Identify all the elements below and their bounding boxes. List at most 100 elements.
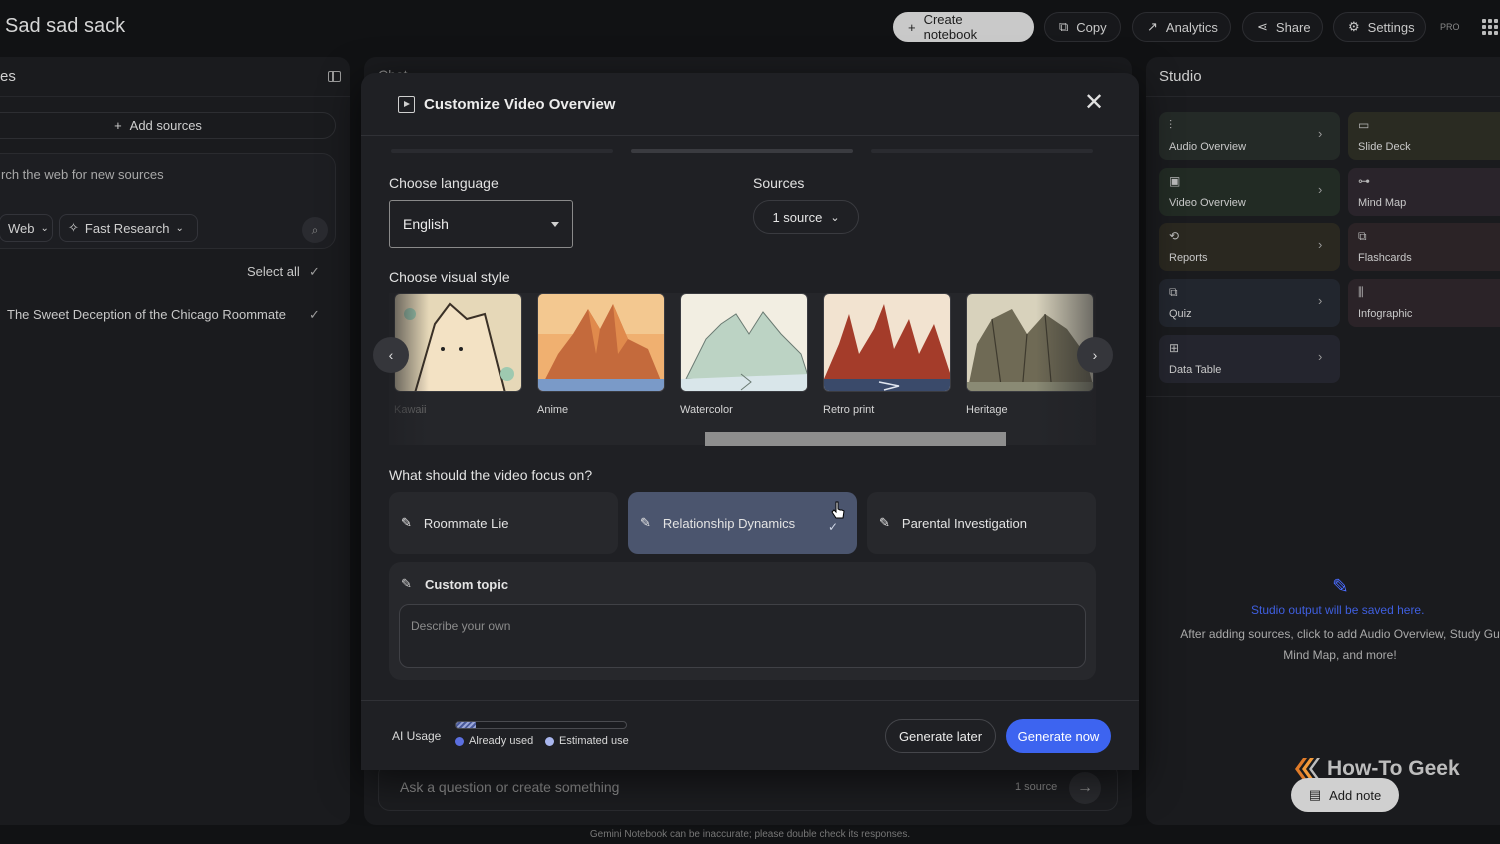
search-icon[interactable]: ⌕ <box>302 217 328 243</box>
chevron-right-icon: › <box>1318 349 1323 364</box>
select-all-checkbox[interactable]: ✓ <box>309 265 323 279</box>
carousel-next-button[interactable]: › <box>1077 337 1113 373</box>
search-input[interactable]: rch the web for new sources <box>1 167 164 182</box>
scrolled-content-edge <box>871 149 1093 153</box>
dropdown-arrow-icon <box>551 222 559 227</box>
dialog-title: Customize Video Overview <box>424 96 616 113</box>
studio-panel: Studio ⫶ Audio Overview › ▭ Slide Deck ▣… <box>1146 57 1500 825</box>
source-item-checkbox[interactable]: ✓ <box>309 308 323 322</box>
web-source-chip[interactable]: Web ⌄ <box>0 214 53 242</box>
top-bar: Sad sad sack + Create notebook ⧉ Copy ↗ … <box>0 0 1500 54</box>
customize-video-overview-dialog: Customize Video Overview ✕ Choose langua… <box>361 73 1139 770</box>
language-label: Choose language <box>389 175 499 191</box>
ai-usage-fill <box>456 722 477 728</box>
retro-print-thumbnail <box>823 293 951 392</box>
sources-dropdown[interactable]: 1 source ⌄ <box>753 200 859 234</box>
style-option-anime[interactable]: Anime <box>537 293 665 416</box>
web-search-box[interactable]: rch the web for new sources Web ⌄ ✧ Fast… <box>0 153 336 249</box>
audio-wave-icon: ⫶ <box>1169 118 1173 132</box>
sources-panel-title: es <box>0 68 16 85</box>
copy-button[interactable]: ⧉ Copy <box>1044 12 1121 42</box>
language-select[interactable]: English <box>389 200 573 248</box>
focus-option-relationship-dynamics[interactable]: ✎ Relationship Dynamics ✓ <box>628 492 857 554</box>
magic-pencil-icon: ✎ <box>640 515 651 530</box>
carousel-scrollbar[interactable] <box>705 432 1006 446</box>
share-button[interactable]: ⋖ Share <box>1242 12 1323 42</box>
chevron-right-icon: › <box>1318 237 1323 252</box>
apps-grid-icon[interactable] <box>1482 19 1498 35</box>
legend-estimated-use: Estimated use <box>545 735 629 747</box>
chat-source-count: 1 source <box>1015 781 1058 793</box>
chat-input[interactable]: Ask a question or create something 1 sou… <box>378 763 1118 811</box>
carousel-prev-button[interactable]: ‹ <box>373 337 409 373</box>
research-mode-chip[interactable]: ✧ Fast Research ⌄ <box>59 214 198 242</box>
source-item-title[interactable]: The Sweet Deception of the Chicago Roomm… <box>7 307 286 322</box>
select-all-label: Select all <box>247 264 300 279</box>
sources-label: Sources <box>753 175 805 191</box>
sparkle-search-icon: ✧ <box>68 220 79 235</box>
studio-card-infographic[interactable]: ⫼ Infographic <box>1348 279 1500 327</box>
infographic-icon: ⫼ <box>1358 285 1364 299</box>
quiz-icon: ⧉ <box>1169 285 1178 299</box>
note-icon: ▤ <box>1308 787 1322 802</box>
chevron-right-icon: › <box>1318 126 1323 141</box>
slides-icon: ▭ <box>1358 118 1370 132</box>
settings-button[interactable]: ⚙ Settings <box>1333 12 1426 42</box>
custom-topic-input[interactable]: Describe your own <box>399 604 1086 668</box>
collapse-panel-icon[interactable] <box>328 71 341 82</box>
generate-now-button[interactable]: Generate now <box>1006 719 1111 753</box>
studio-title: Studio <box>1159 68 1202 85</box>
send-arrow-icon[interactable]: → <box>1069 772 1101 804</box>
studio-card-data-table[interactable]: ⊞ Data Table › <box>1159 335 1340 383</box>
studio-card-flashcards[interactable]: ⧉ Flashcards <box>1348 223 1500 271</box>
add-note-button[interactable]: ▤ Add note <box>1291 778 1399 812</box>
custom-topic-box: ✎ Custom topic Describe your own <box>389 562 1096 680</box>
analytics-button[interactable]: ↗ Analytics <box>1132 12 1231 42</box>
style-option-watercolor[interactable]: Watercolor <box>680 293 808 416</box>
sources-panel: es + Add sources rch the web for new sou… <box>0 57 350 825</box>
mind-map-icon: ⊶ <box>1358 174 1370 188</box>
magic-pencil-icon: ✎ <box>879 515 890 530</box>
pro-badge: PRO <box>1440 22 1460 32</box>
studio-card-reports[interactable]: ⟲ Reports › <box>1159 223 1340 271</box>
divider <box>0 96 350 97</box>
generate-later-button[interactable]: Generate later <box>885 719 996 753</box>
trend-icon: ↗ <box>1147 19 1158 34</box>
visual-style-carousel: Kawaii Anime Watercolor Retro print Heri… <box>389 293 1096 445</box>
focus-option-roommate-lie[interactable]: ✎ Roommate Lie <box>389 492 618 554</box>
watercolor-thumbnail <box>680 293 808 392</box>
divider <box>361 700 1139 701</box>
table-icon: ⊞ <box>1169 341 1180 355</box>
add-sources-button[interactable]: + Add sources <box>0 112 336 139</box>
mouse-pointer-icon <box>831 501 845 526</box>
pencil-icon: ✎ <box>401 576 412 591</box>
magic-pencil-icon: ✎ <box>401 515 412 530</box>
studio-empty-title: Studio output will be saved here. <box>1251 603 1425 617</box>
create-notebook-button[interactable]: + Create notebook <box>893 12 1034 42</box>
close-icon[interactable]: ✕ <box>1084 91 1104 115</box>
legend-dot <box>545 736 554 746</box>
chevron-down-icon: ⌄ <box>175 222 184 234</box>
scrolled-content-edge <box>631 149 853 153</box>
studio-card-quiz[interactable]: ⧉ Quiz › <box>1159 279 1340 327</box>
dialog-header: Customize Video Overview ✕ <box>361 73 1139 136</box>
custom-topic-label: Custom topic <box>425 577 509 592</box>
divider <box>1146 96 1500 97</box>
anime-thumbnail <box>537 293 665 392</box>
video-overview-icon <box>398 96 415 113</box>
studio-card-audio-overview[interactable]: ⫶ Audio Overview › <box>1159 112 1340 160</box>
notebook-title[interactable]: Sad sad sack <box>5 15 125 38</box>
studio-card-mind-map[interactable]: ⊶ Mind Map <box>1348 168 1500 216</box>
reports-icon: ⟲ <box>1169 229 1180 243</box>
scrolled-content-edge <box>391 149 613 153</box>
studio-card-video-overview[interactable]: ▣ Video Overview › <box>1159 168 1340 216</box>
magic-wand-icon: ✎ <box>1332 576 1349 598</box>
style-option-retro-print[interactable]: Retro print <box>823 293 951 416</box>
visual-style-label: Choose visual style <box>389 269 510 285</box>
ai-usage-bar <box>455 721 627 729</box>
plus-icon: + <box>114 118 122 133</box>
focus-option-parental-investigation[interactable]: ✎ Parental Investigation <box>867 492 1096 554</box>
studio-card-slide-deck[interactable]: ▭ Slide Deck <box>1348 112 1500 160</box>
ai-usage-label: AI Usage <box>392 729 442 743</box>
divider <box>1146 396 1500 397</box>
